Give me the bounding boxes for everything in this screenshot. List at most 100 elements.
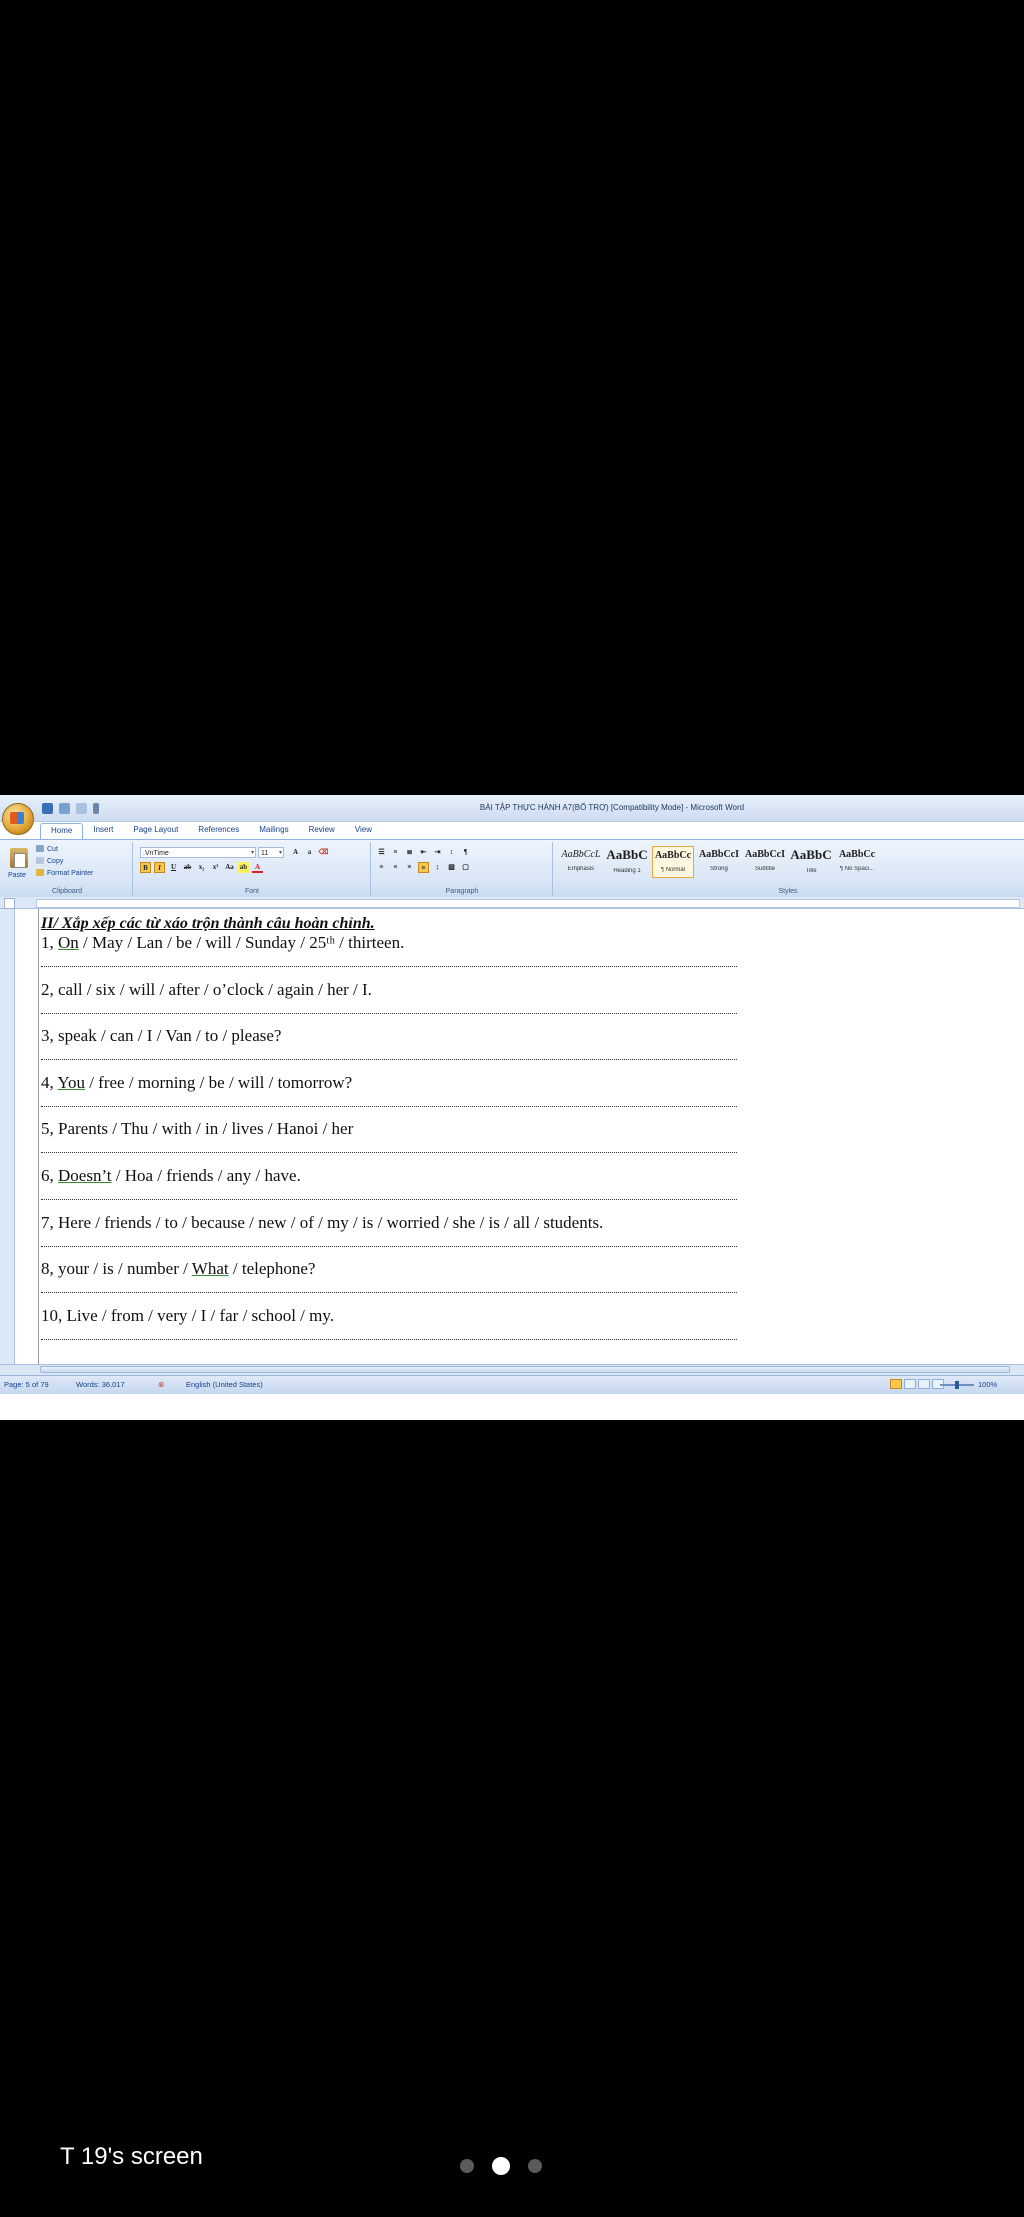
paragraph-group: ☰ ≡ ≣ ⇤ ⇥ ↕ ¶ ≡ ≡ ≡ ≡ ↨ ▧ ▢ Paragraph [372,842,553,896]
office-logo-icon [10,812,24,824]
full-screen-reading-icon[interactable] [904,1379,916,1389]
line-underlined: What [191,1259,229,1278]
align-center-icon[interactable]: ≡ [390,862,401,873]
line-text: 10, Live / from / very / I / far / schoo… [41,1306,335,1325]
exercise-line: 6, Doesn’t / Hoa / friends / any / have. [41,1166,301,1186]
line-underlined: You [57,1073,85,1092]
style-name: Heading 1 [613,868,641,874]
font-group: .VnTime 11 A a ⌫ B I U ab x₂ x² Aa ab A … [134,842,371,896]
answer-blank [41,1246,737,1247]
font-name-combo[interactable]: .VnTime [140,847,256,859]
line-text: 2, call / six / will / after / o’clock /… [41,980,372,999]
style-normal[interactable]: AaBbCc ¶ Normal [652,846,694,878]
status-bar: Page: 5 of 79 Words: 36,017 ⊗ English (U… [0,1375,1024,1394]
tab-review[interactable]: Review [299,823,345,839]
print-layout-icon[interactable] [890,1379,902,1389]
exercise-line: 3, speak / can / I / Van / to / please? [41,1026,281,1046]
grow-font-icon[interactable]: A [290,847,301,858]
page-indicator-dots [460,2157,542,2175]
vertical-ruler[interactable] [0,909,15,1364]
font-size-combo[interactable]: 11 [258,847,284,859]
line-spacing-icon[interactable]: ↨ [432,862,443,873]
style-sample: AaBbCcI [744,849,785,860]
web-layout-icon[interactable] [918,1379,930,1389]
shading-icon[interactable]: ▧ [446,862,457,873]
proofing-icon[interactable]: ⊗ [158,1380,164,1389]
copy-label: Copy [47,858,64,865]
cut-label: Cut [47,846,58,853]
bullets-icon[interactable]: ☰ [376,847,387,858]
clear-format-icon[interactable]: ⌫ [318,847,329,858]
style-title[interactable]: AaBbC Title [790,846,832,878]
decrease-indent-icon[interactable]: ⇤ [418,847,429,858]
paste-button[interactable]: Paste [8,872,26,879]
page-dot[interactable] [528,2159,542,2173]
horizontal-ruler[interactable] [0,897,1024,909]
shrink-font-icon[interactable]: a [304,847,315,858]
change-case-icon[interactable]: Aa [224,862,235,873]
sort-icon[interactable]: ↕ [446,847,457,858]
exercise-line: 1, On / May / Lan / be / will / Sunday /… [41,933,404,953]
line-underlined: On [58,933,79,952]
paste-icon[interactable] [10,848,28,868]
numbering-icon[interactable]: ≡ [390,847,401,858]
clipboard-group: Paste Cut Copy Format Painter Clipboard [2,842,133,896]
subscript-icon[interactable]: x₂ [196,862,207,873]
exercise-heading: II/ Xắp xếp các từ xáo trộn thành câu ho… [41,915,375,932]
paragraph-group-label: Paragraph [445,888,479,895]
tab-references[interactable]: References [188,823,249,839]
highlight-icon[interactable]: ab [238,862,249,873]
tab-selector-icon[interactable] [4,898,15,909]
style-no-spacing[interactable]: AaBbCc ¶ No Spaci... [836,846,878,878]
borders-icon[interactable]: ▢ [460,862,471,873]
style-name: ¶ No Spaci... [839,866,875,872]
italic-icon[interactable]: I [154,862,165,873]
justify-icon[interactable]: ≡ [418,862,429,873]
view-buttons [890,1379,944,1389]
pilcrow-icon[interactable]: ¶ [460,847,471,858]
document-page[interactable]: II/ Xắp xếp các từ xáo trộn thành câu ho… [38,909,1024,1364]
tab-mailings[interactable]: Mailings [249,823,298,839]
underline-icon[interactable]: U [168,862,179,873]
page-indicator[interactable]: Page: 5 of 79 [4,1380,49,1389]
align-right-icon[interactable]: ≡ [404,862,415,873]
align-left-icon[interactable]: ≡ [376,862,387,873]
multilevel-list-icon[interactable]: ≣ [404,847,415,858]
ribbon: Paste Cut Copy Format Painter Clipboard … [0,839,1024,899]
style-name: Emphasis [567,866,595,872]
styles-group-label: Styles [778,888,798,895]
format-painter-button[interactable]: Format Painter [36,869,93,877]
style-strong[interactable]: AaBbCcI Strong [698,846,740,878]
style-heading-1[interactable]: AaBbC Heading 1 [606,846,648,878]
style-subtitle[interactable]: AaBbCcI Subtitle [744,846,786,878]
horizontal-scrollbar[interactable] [0,1364,1024,1375]
tab-page-layout[interactable]: Page Layout [123,823,188,839]
align-buttons: ≡ ≡ ≡ ≡ ↨ ▧ ▢ [376,862,471,873]
page-dot[interactable] [460,2159,474,2173]
style-emphasis[interactable]: AaBbCcL Emphasis [560,846,602,878]
zoom-slider[interactable] [940,1381,974,1389]
bold-icon[interactable]: B [140,862,151,873]
line-text: / May / Lan / be / will / Sunday / 25ᵗʰ … [78,933,405,952]
font-color-icon[interactable]: A [252,862,263,873]
zoom-level[interactable]: 100% [978,1380,997,1389]
superscript-icon[interactable]: x² [210,862,221,873]
line-text: / free / morning / be / will / tomorrow? [84,1073,353,1092]
language-indicator[interactable]: English (United States) [186,1380,263,1389]
line-text: 5, Parents / Thu / with / in / lives / H… [41,1119,354,1138]
scrollbar-thumb[interactable] [40,1366,1010,1373]
line-text: 7, Here / friends / to / because / new /… [41,1213,604,1232]
page-dot-active[interactable] [492,2157,510,2175]
line-underlined: Doesn’t [58,1166,112,1185]
copy-button[interactable]: Copy [36,857,63,865]
tab-home[interactable]: Home [40,823,84,840]
increase-indent-icon[interactable]: ⇥ [432,847,443,858]
tab-insert[interactable]: Insert [83,823,123,839]
shared-screen: BÀI TẬP THỰC HÀNH A7(BỔ TRỢ) [Compatibil… [0,795,1024,1420]
office-button[interactable] [2,803,34,835]
tab-view[interactable]: View [345,823,382,839]
cut-button[interactable]: Cut [36,845,58,853]
word-count[interactable]: Words: 36,017 [76,1380,125,1389]
strikethrough-icon[interactable]: ab [182,862,193,873]
exercise-line: 5, Parents / Thu / with / in / lives / H… [41,1119,353,1139]
